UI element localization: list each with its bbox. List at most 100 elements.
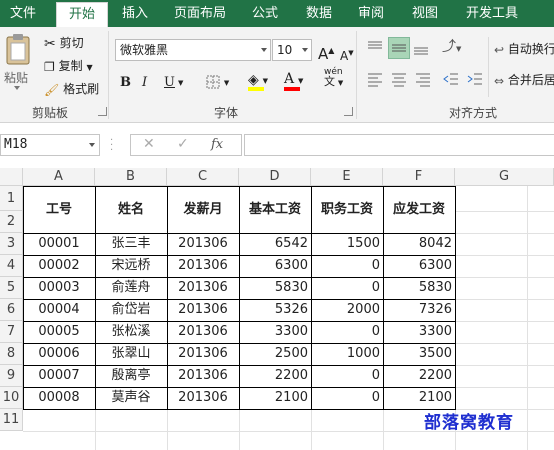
column-title-cell[interactable]: 工号 [23,186,95,233]
tab-view[interactable]: 视图 [402,0,448,27]
table-cell[interactable]: 00007 [23,365,95,387]
formula-input[interactable] [244,134,554,156]
row-header-2[interactable]: 2 [0,211,23,233]
table-cell[interactable]: 201306 [167,255,239,277]
table-cell[interactable]: 1500 [311,233,383,255]
table-cell[interactable]: 张翠山 [95,343,167,365]
italic-button[interactable]: I [142,73,147,93]
paste-button[interactable]: 粘贴 [4,33,34,93]
column-header-e[interactable]: E [311,168,383,186]
column-title-cell[interactable]: 应发工资 [383,186,455,233]
font-color-button[interactable]: A ▼ [284,69,303,91]
select-all-corner[interactable] [0,168,23,186]
column-title-cell[interactable]: 发薪月 [167,186,239,233]
row-header-8[interactable]: 8 [0,343,23,365]
row-header-1[interactable]: 1 [0,186,23,211]
table-cell[interactable]: 2100 [239,387,311,409]
fill-color-button[interactable]: ◈ ▼ [248,69,268,91]
splitter-handle[interactable]: · · · [110,136,118,156]
table-cell[interactable]: 2200 [383,365,455,387]
table-cell[interactable]: 201306 [167,387,239,409]
table-cell[interactable]: 2500 [239,343,311,365]
tab-page-layout[interactable]: 页面布局 [168,0,232,27]
insert-function-icon[interactable]: fx [211,137,223,152]
paste-dropdown-icon[interactable] [14,86,20,90]
table-cell[interactable]: 3500 [383,343,455,365]
column-header-g[interactable]: G [455,168,554,186]
worksheet-grid[interactable]: A B C D E F G 1 2 3 4 5 6 7 8 9 10 11 工号 姓名 发薪月 基本工资 职务工资 应发工资 0… [0,168,554,450]
row-header-10[interactable]: 10 [0,387,23,409]
table-cell[interactable]: 俞莲舟 [95,277,167,299]
table-cell[interactable]: 3300 [383,321,455,343]
table-cell[interactable]: 6300 [383,255,455,277]
table-cell[interactable]: 00006 [23,343,95,365]
align-middle-button[interactable] [388,37,410,59]
table-cell[interactable]: 张松溪 [95,321,167,343]
table-cell[interactable]: 5830 [383,277,455,299]
format-painter-button[interactable]: 🖌 格式刷 [44,79,99,99]
table-cell[interactable]: 5326 [239,299,311,321]
table-cell[interactable]: 0 [311,321,383,343]
underline-dropdown-icon[interactable]: ▼ [178,73,183,93]
row-header-11[interactable]: 11 [0,409,23,431]
tab-file[interactable]: 文件 [0,0,46,27]
table-cell[interactable]: 8042 [383,233,455,255]
table-cell[interactable]: 6300 [239,255,311,277]
cancel-icon[interactable]: ✕ [143,136,155,152]
table-cell[interactable]: 俞岱岩 [95,299,167,321]
align-left-button[interactable] [366,71,386,89]
font-launcher-icon[interactable] [344,107,353,116]
tab-home[interactable]: 开始 [56,2,108,27]
table-cell[interactable]: 7326 [383,299,455,321]
orientation-button[interactable]: ⤴▼ [442,37,461,57]
enter-icon[interactable]: ✓ [177,136,189,152]
table-cell[interactable]: 201306 [167,233,239,255]
column-header-a[interactable]: A [23,168,95,186]
table-cell[interactable]: 201306 [167,321,239,343]
underline-button[interactable]: U [164,73,175,93]
decrease-indent-button[interactable] [442,71,462,89]
table-cell[interactable]: 张三丰 [95,233,167,255]
table-cell[interactable]: 6542 [239,233,311,255]
cut-button[interactable]: ✂ 剪切 [44,33,84,53]
table-cell[interactable]: 201306 [167,343,239,365]
table-cell[interactable]: 3300 [239,321,311,343]
column-header-d[interactable]: D [239,168,311,186]
font-size-select[interactable]: 10 [272,39,312,61]
column-header-f[interactable]: F [383,168,455,186]
table-cell[interactable]: 0 [311,387,383,409]
table-cell[interactable]: 00008 [23,387,95,409]
align-top-button[interactable] [366,39,386,57]
name-box[interactable]: M18 [0,134,100,156]
row-header-7[interactable]: 7 [0,321,23,343]
borders-button[interactable]: ▼ [206,71,229,91]
row-header-9[interactable]: 9 [0,365,23,387]
table-cell[interactable]: 5830 [239,277,311,299]
row-header-5[interactable]: 5 [0,277,23,299]
table-cell[interactable]: 00003 [23,277,95,299]
table-cell[interactable]: 00005 [23,321,95,343]
table-cell[interactable]: 2100 [383,387,455,409]
copy-dropdown-icon[interactable]: ▼ [86,63,92,72]
wrap-text-button[interactable]: ↩ 自动换行 [494,39,554,59]
table-cell[interactable]: 00001 [23,233,95,255]
tab-developer[interactable]: 开发工具 [456,0,528,27]
table-cell[interactable]: 1000 [311,343,383,365]
column-title-cell[interactable]: 基本工资 [239,186,311,233]
table-cell[interactable]: 201306 [167,277,239,299]
table-cell[interactable]: 0 [311,277,383,299]
shrink-font-button[interactable]: A▼ [340,43,354,63]
table-cell[interactable]: 2200 [239,365,311,387]
table-cell[interactable]: 0 [311,365,383,387]
grow-font-button[interactable]: A▲ [318,41,334,63]
name-box-dropdown-icon[interactable] [89,143,95,147]
table-cell[interactable]: 201306 [167,365,239,387]
column-title-cell[interactable]: 职务工资 [311,186,383,233]
table-cell[interactable]: 宋远桥 [95,255,167,277]
table-cell[interactable]: 莫声谷 [95,387,167,409]
phonetic-guide-button[interactable]: wén 文 ▼ [324,67,343,87]
table-cell[interactable]: 201306 [167,299,239,321]
column-header-b[interactable]: B [95,168,167,186]
row-header-6[interactable]: 6 [0,299,23,321]
tab-formulas[interactable]: 公式 [242,0,288,27]
